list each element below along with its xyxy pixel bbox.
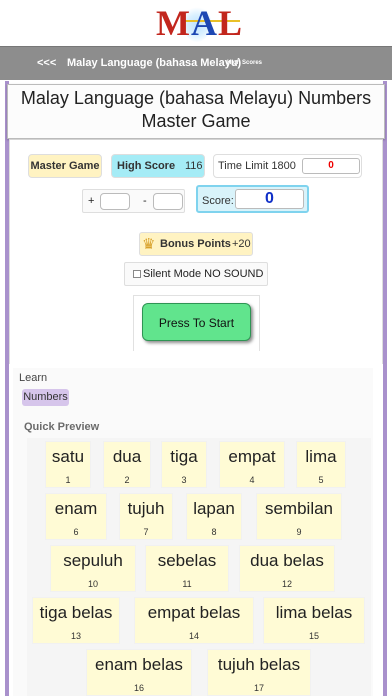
card-number: 17 xyxy=(253,683,264,693)
time-limit-badge: Time Limit 1800 0 xyxy=(213,154,362,178)
time-remaining-display: 0 xyxy=(302,158,360,174)
app-logo: MAL xyxy=(0,0,392,46)
card-word: empat xyxy=(228,447,276,466)
high-score-badge: High Score 116 xyxy=(111,154,205,178)
card-number: 1 xyxy=(65,475,71,485)
nav-title-link[interactable]: Malay Language (bahasa Melayu) xyxy=(67,57,241,69)
card-number: 6 xyxy=(73,527,79,537)
high-scores-link[interactable]: High Scores xyxy=(227,60,262,66)
card-word: lapan xyxy=(193,499,235,518)
card-number: 4 xyxy=(249,475,255,485)
card-number: 3 xyxy=(181,475,187,485)
card-word: sembilan xyxy=(264,499,334,518)
crown-icon: ♛ xyxy=(142,236,156,253)
time-limit-label: Time Limit 1800 xyxy=(218,160,296,172)
card-number: 14 xyxy=(188,631,199,641)
card-word: enam xyxy=(54,499,98,518)
preview-card[interactable]: lima belas 15 xyxy=(263,597,365,644)
silent-mode-toggle[interactable]: Silent Mode NO SOUND xyxy=(124,262,268,286)
preview-card[interactable]: tujuh 7 xyxy=(119,493,173,540)
preview-card[interactable]: sepuluh 10 xyxy=(50,545,136,592)
card-word: tujuh xyxy=(127,499,165,518)
card-number: 5 xyxy=(318,475,324,485)
back-link[interactable]: <<< xyxy=(37,57,56,69)
card-number: 11 xyxy=(182,579,192,589)
card-word: dua belas xyxy=(250,551,324,570)
preview-card[interactable]: satu 1 xyxy=(45,441,91,488)
preview-card[interactable]: dua 2 xyxy=(103,441,151,488)
bonus-points-value: +20 xyxy=(232,238,251,250)
card-number: 15 xyxy=(308,631,319,641)
card-word: enam belas xyxy=(95,655,183,674)
numbers-category-tag[interactable]: Numbers xyxy=(22,389,69,406)
card-word: satu xyxy=(51,447,85,466)
bonus-points-badge: ♛ Bonus Points +20 xyxy=(139,232,253,256)
equation-row: + - xyxy=(82,189,185,213)
nav-bar: <<< Malay Language (bahasa Melayu) High … xyxy=(0,46,392,80)
preview-card[interactable]: empat belas 14 xyxy=(134,597,254,644)
card-word: tiga xyxy=(170,447,198,466)
high-score-value: 116 xyxy=(185,160,203,172)
preview-card[interactable]: sebelas 11 xyxy=(145,545,229,592)
learn-label: Learn xyxy=(19,372,48,384)
preview-card[interactable]: tiga 3 xyxy=(161,441,207,488)
silent-mode-checkbox[interactable] xyxy=(133,270,141,278)
card-number: 10 xyxy=(87,579,98,589)
card-word: sepuluh xyxy=(63,551,123,570)
card-word: lima belas xyxy=(275,603,353,622)
card-word: empat belas xyxy=(147,603,241,622)
high-score-label: High Score xyxy=(117,160,176,172)
silent-mode-label: Silent Mode NO SOUND xyxy=(143,268,264,280)
card-number: 8 xyxy=(211,527,217,537)
card-word: lima xyxy=(305,447,337,466)
preview-card[interactable]: tujuh belas 17 xyxy=(207,649,311,696)
preview-card[interactable]: enam 6 xyxy=(45,493,107,540)
bonus-points-label: Bonus Points xyxy=(160,238,231,250)
card-word: tiga belas xyxy=(39,603,113,622)
logo-letter-a: A xyxy=(190,3,218,43)
mode-badge: Master Game xyxy=(28,154,102,178)
page-title: Malay Language (bahasa Melayu) Numbers M… xyxy=(20,88,372,131)
quick-preview-label: Quick Preview xyxy=(24,421,100,433)
minus-sign: - xyxy=(143,195,147,207)
second-answer-input[interactable] xyxy=(153,193,183,210)
first-answer-input[interactable] xyxy=(100,193,130,210)
score-label: Score: xyxy=(202,195,234,207)
logo-text: MAL xyxy=(156,3,243,43)
logo-letter-m: M xyxy=(156,3,191,43)
preview-card[interactable]: empat 4 xyxy=(219,441,285,488)
start-button[interactable]: Press To Start xyxy=(142,303,251,341)
preview-card[interactable]: lapan 8 xyxy=(186,493,242,540)
logo-letter-l: L xyxy=(217,3,243,43)
card-word: dua xyxy=(112,447,142,466)
score-panel: Score: 0 xyxy=(196,185,309,213)
card-number: 2 xyxy=(124,475,130,485)
card-number: 7 xyxy=(143,527,149,537)
card-number: 16 xyxy=(133,683,144,693)
preview-card[interactable]: tiga belas 13 xyxy=(32,597,120,644)
plus-sign: + xyxy=(88,195,95,207)
card-word: tujuh belas xyxy=(217,655,301,674)
card-number: 9 xyxy=(296,527,302,537)
preview-card[interactable]: enam belas 16 xyxy=(86,649,192,696)
card-word: sebelas xyxy=(157,551,217,570)
score-value: 0 xyxy=(235,189,304,209)
card-number: 13 xyxy=(70,631,81,641)
preview-card[interactable]: sembilan 9 xyxy=(256,493,342,540)
preview-card[interactable]: dua belas 12 xyxy=(239,545,335,592)
card-number: 12 xyxy=(281,579,292,589)
preview-card[interactable]: lima 5 xyxy=(296,441,346,488)
